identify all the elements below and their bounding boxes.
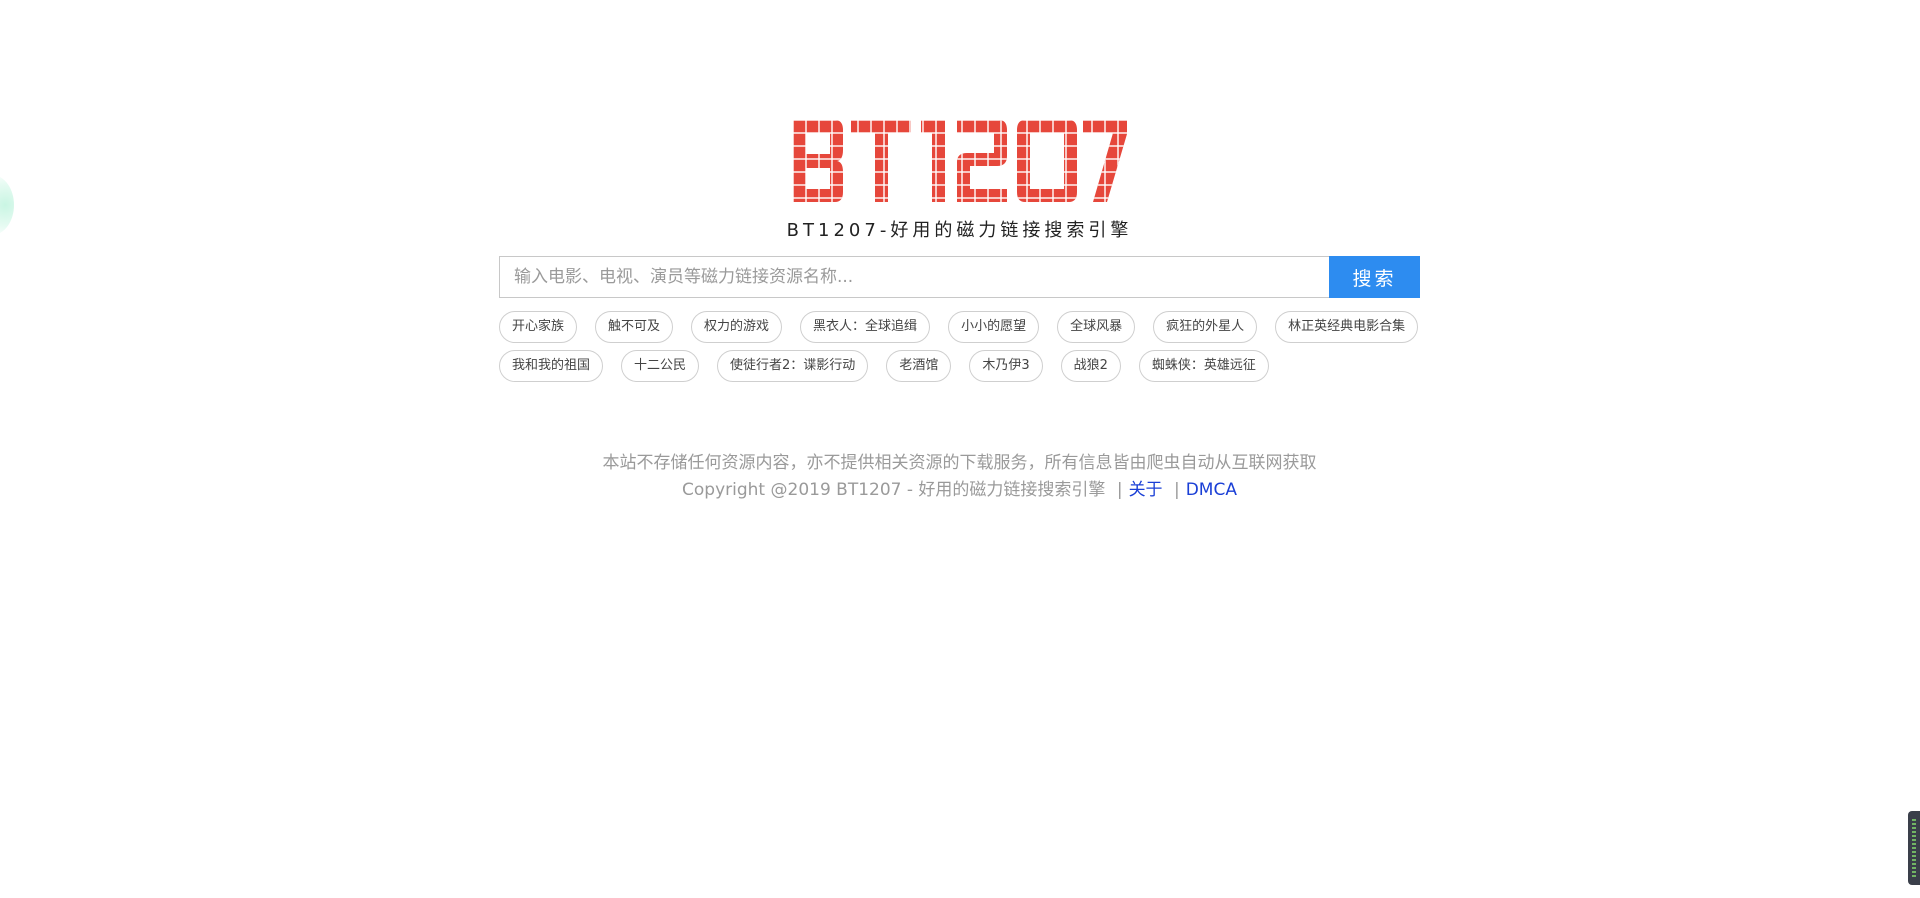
hot-tag[interactable]: 十二公民 [621,350,700,382]
hot-tag[interactable]: 老酒馆 [886,350,952,382]
footer: 本站不存储任何资源内容，亦不提供相关资源的下载服务，所有信息皆由爬虫自动从互联网… [499,450,1420,504]
copyright-text: Copyright @2019 BT1207 - 好用的磁力链接搜索引擎 [682,480,1106,500]
search-bar: 搜索 [499,256,1420,298]
hot-tag[interactable]: 疯狂的外星人 [1153,311,1258,343]
hot-tag[interactable]: 黑衣人：全球追缉 [800,311,931,343]
hot-tag[interactable]: 蜘蛛侠：英雄远征 [1138,350,1269,382]
hot-tag[interactable]: 小小的愿望 [948,311,1040,343]
site-tagline: BT1207-好用的磁力链接搜索引擎 [786,220,1133,241]
level-meter-icon [1912,819,1916,877]
search-button[interactable]: 搜索 [1329,256,1420,298]
hot-tag[interactable]: 林正英经典电影合集 [1275,311,1419,343]
search-input[interactable] [499,256,1329,298]
dmca-link[interactable]: DMCA [1186,480,1237,500]
about-link[interactable]: 关于 [1129,480,1163,500]
hot-tag[interactable]: 我和我的祖国 [499,350,604,382]
hot-tag[interactable]: 开心家族 [499,311,578,343]
hot-tags: 开心家族 触不可及 权力的游戏 黑衣人：全球追缉 小小的愿望 全球风暴 疯狂的外… [499,311,1420,382]
disclaimer-text: 本站不存储任何资源内容，亦不提供相关资源的下载服务，所有信息皆由爬虫自动从互联网… [602,453,1317,473]
hot-tag[interactable]: 触不可及 [595,311,674,343]
hot-tag[interactable]: 战狼2 [1060,350,1121,382]
side-floating-widget[interactable] [0,175,14,235]
hot-tag[interactable]: 使徒行者2：谍影行动 [717,350,869,382]
hot-tag[interactable]: 木乃伊3 [969,350,1043,382]
hot-tag[interactable]: 全球风暴 [1057,311,1136,343]
site-logo [793,120,1127,202]
copyright-line: Copyright @2019 BT1207 - 好用的磁力链接搜索引擎 | 关于… [499,477,1420,504]
volume-widget[interactable] [1908,811,1920,885]
footer-separator: | [1116,480,1123,500]
footer-separator: | [1173,480,1180,500]
hot-tag[interactable]: 权力的游戏 [691,311,783,343]
